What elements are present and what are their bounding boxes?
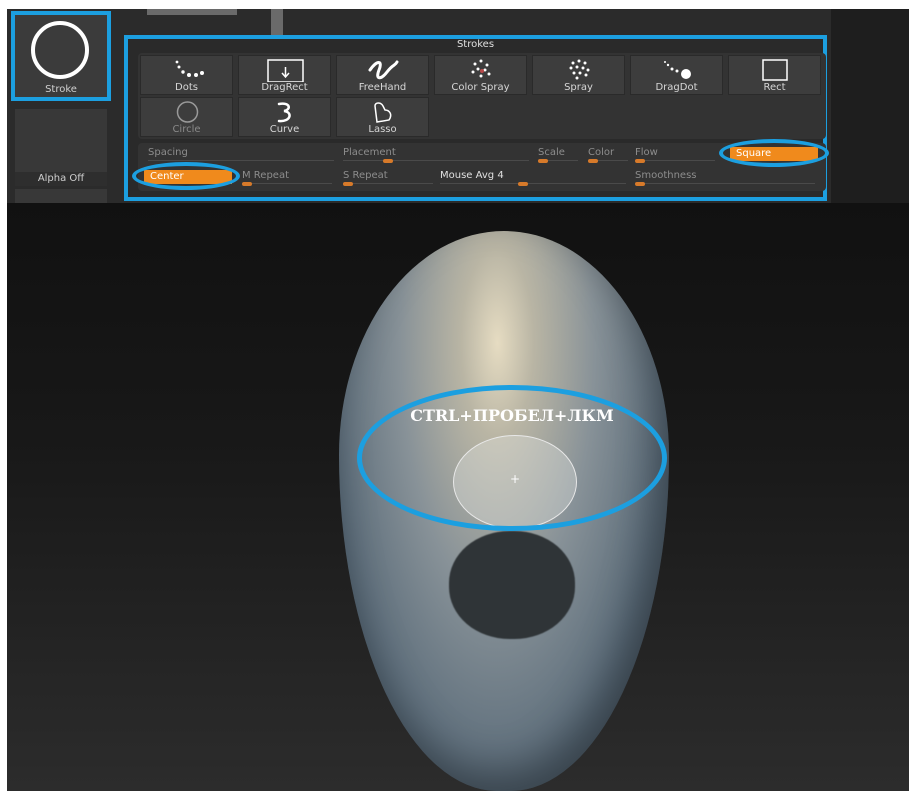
alpha-label: Alpha Off — [15, 172, 107, 186]
slider-track — [343, 183, 433, 184]
m-repeat-slider[interactable]: M Repeat — [242, 170, 332, 186]
stroke-thumbnail-button[interactable]: Stroke — [11, 11, 111, 101]
s-repeat-slider[interactable]: S Repeat — [343, 170, 433, 186]
smoothness-label: Smoothness — [635, 170, 697, 181]
stroke-label: Color Spray — [451, 82, 510, 93]
sculpted-recess — [449, 531, 575, 639]
slider-knob[interactable] — [518, 182, 528, 186]
center-highlight-oval — [132, 162, 240, 190]
texture-thumbnail-button[interactable] — [15, 189, 107, 203]
stroke-label: DragDot — [655, 82, 698, 93]
stroke-curve-button[interactable]: Curve — [238, 97, 331, 137]
lasso-icon — [374, 102, 392, 123]
stroke-lasso-button[interactable]: Lasso — [336, 97, 429, 137]
stroke-settings: Spacing Placement Scale Color Flow Squar… — [132, 139, 829, 191]
slider-track — [635, 160, 715, 161]
slider-knob[interactable] — [242, 182, 252, 186]
stroke-color-spray-button[interactable]: Color Spray — [434, 55, 527, 95]
circle-icon — [176, 101, 199, 123]
stroke-label: Dots — [175, 82, 198, 93]
mouse-avg-slider[interactable]: Mouse Avg 4 — [440, 170, 626, 186]
spacing-label: Spacing — [148, 147, 188, 158]
drag-rect-icon — [267, 59, 304, 82]
strokes-grid: Dots DragRect FreeHand Color Spray Spray… — [138, 53, 826, 139]
scale-label: Scale — [538, 147, 565, 158]
rect-icon — [762, 59, 788, 81]
slider-track — [242, 183, 332, 184]
stroke-dragdot-button[interactable]: DragDot — [630, 55, 723, 95]
slider-track — [440, 183, 626, 184]
spacing-slider[interactable]: Spacing — [148, 147, 334, 161]
stroke-label: FreeHand — [358, 82, 407, 93]
slider-knob[interactable] — [343, 182, 353, 186]
placement-label: Placement — [343, 147, 396, 158]
stroke-dots-button[interactable]: Dots — [140, 55, 233, 95]
stroke-spray-button[interactable]: Spray — [532, 55, 625, 95]
slider-knob[interactable] — [538, 159, 548, 163]
ui-strip: Stroke Alpha Off Strokes Dots DragRect F… — [7, 9, 831, 203]
stroke-circle-icon — [31, 21, 89, 79]
freehand-icon — [368, 60, 399, 80]
stroke-rect-button[interactable]: Rect — [728, 55, 821, 95]
stroke-label: Stroke — [45, 84, 77, 95]
drag-dot-icon — [664, 61, 691, 79]
flow-slider[interactable]: Flow — [635, 147, 715, 163]
color-label: Color — [588, 147, 615, 158]
shortcut-hint: CTRL+ПРОБЕЛ+ЛКМ — [410, 406, 614, 425]
strokes-title: Strokes — [456, 39, 495, 50]
stroke-label: Circle — [172, 124, 201, 135]
curve-icon — [277, 102, 291, 123]
stroke-label: Curve — [269, 124, 300, 135]
s-repeat-label: S Repeat — [343, 170, 388, 181]
slider-track — [635, 183, 815, 184]
slider-track — [148, 160, 334, 161]
stroke-label: Lasso — [368, 124, 397, 135]
background-stripe — [271, 9, 283, 37]
stroke-label: Spray — [564, 82, 593, 93]
zbrush-window: Stroke Alpha Off Strokes Dots DragRect F… — [7, 9, 909, 791]
stroke-label: Rect — [763, 82, 786, 93]
strokes-panel: Strokes Dots DragRect FreeHand Color Spr… — [124, 35, 829, 201]
mouse-avg-label: Mouse Avg 4 — [440, 170, 504, 181]
stroke-circle-button[interactable]: Circle — [140, 97, 233, 137]
color-spray-icon — [471, 59, 491, 78]
color-slider[interactable]: Color — [588, 147, 628, 163]
flow-label: Flow — [635, 147, 658, 158]
background-stripe — [147, 9, 237, 15]
scale-slider[interactable]: Scale — [538, 147, 578, 163]
smoothness-slider[interactable]: Smoothness — [635, 170, 815, 186]
slider-knob[interactable] — [635, 159, 645, 163]
m-repeat-label: M Repeat — [242, 170, 290, 181]
square-highlight-oval — [719, 139, 829, 167]
slider-track — [343, 160, 529, 161]
slider-knob[interactable] — [383, 159, 393, 163]
slider-knob[interactable] — [635, 182, 645, 186]
stroke-label: DragRect — [261, 82, 308, 93]
spray-icon — [569, 59, 590, 80]
stroke-freehand-button[interactable]: FreeHand — [336, 55, 429, 95]
dots-icon — [175, 60, 204, 77]
3d-viewport[interactable]: + CTRL+ПРОБЕЛ+ЛКМ — [7, 203, 909, 791]
slider-knob[interactable] — [588, 159, 598, 163]
hint-highlight-oval: CTRL+ПРОБЕЛ+ЛКМ — [357, 385, 667, 531]
alpha-thumbnail-button[interactable]: Alpha Off — [15, 109, 107, 186]
stroke-dragrect-button[interactable]: DragRect — [238, 55, 331, 95]
placement-slider[interactable]: Placement — [343, 147, 529, 163]
